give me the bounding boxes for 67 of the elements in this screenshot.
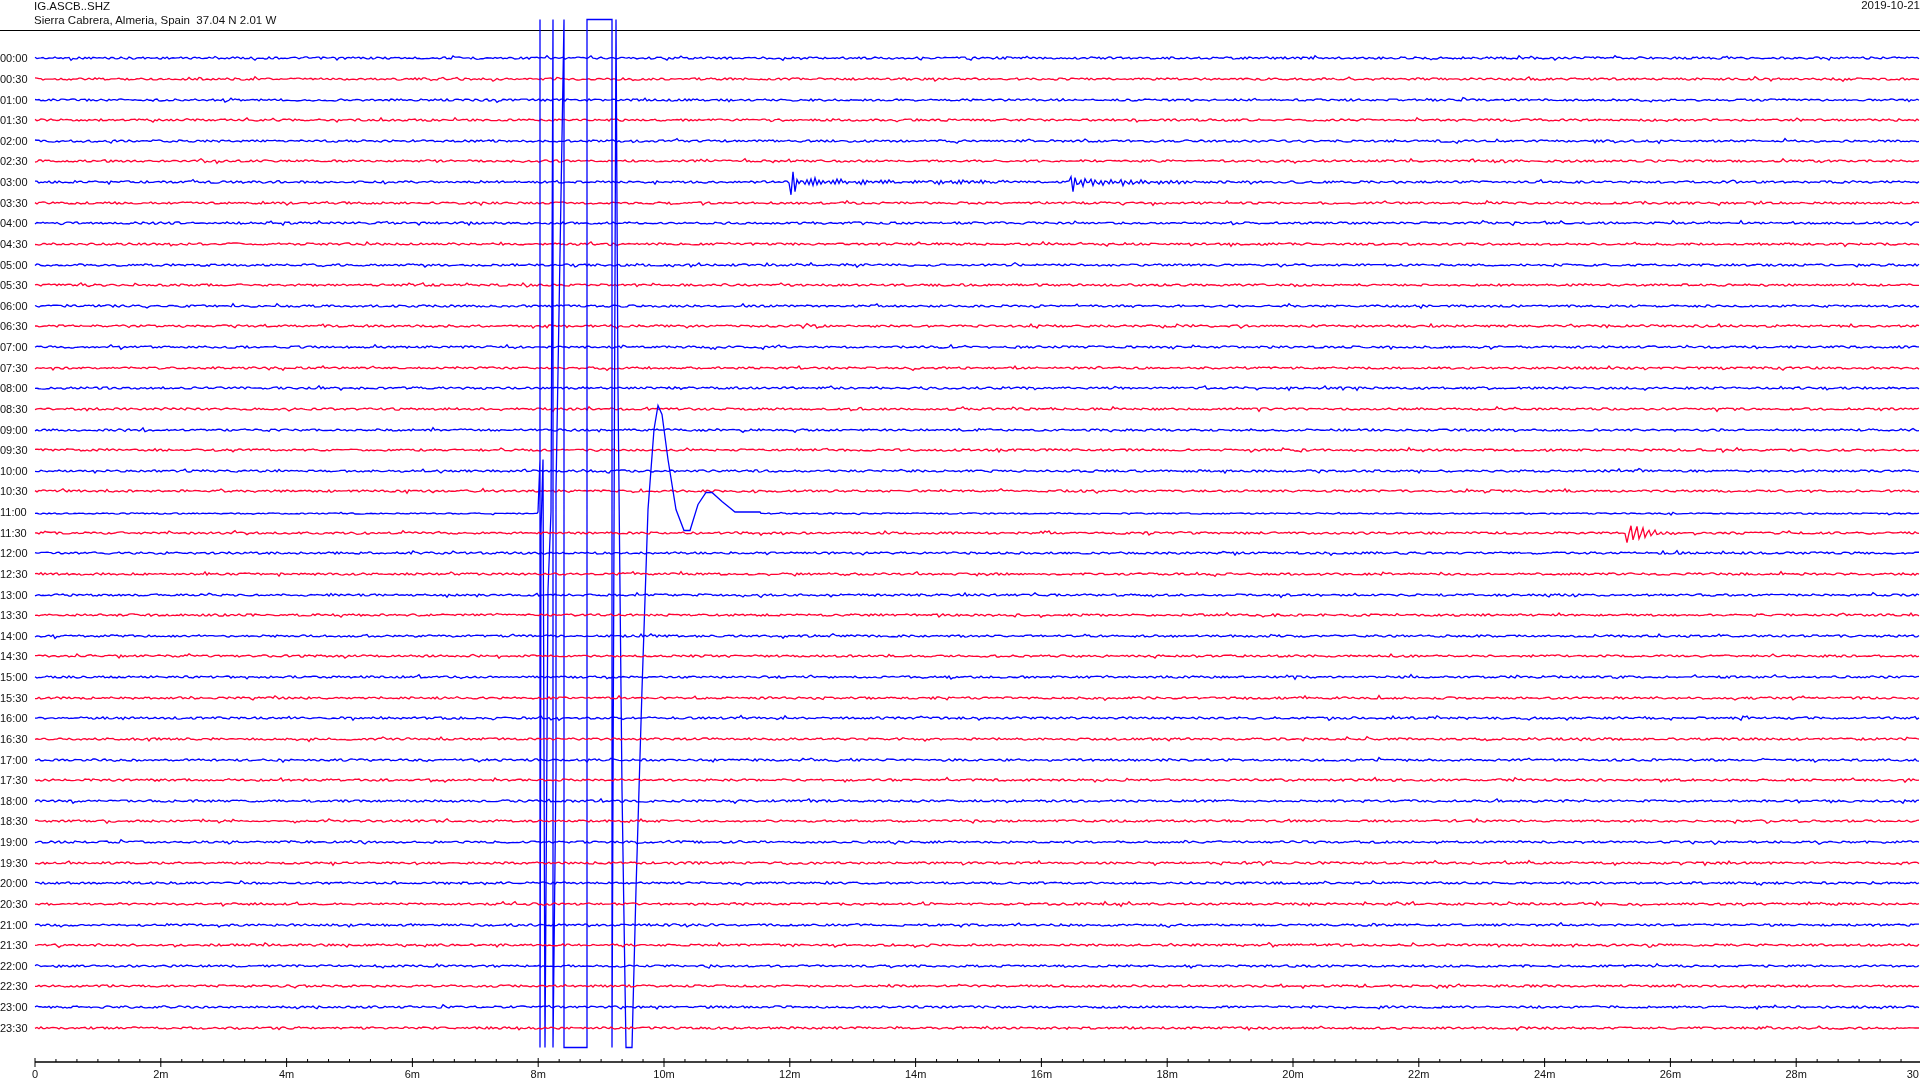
trace-time-label: 06:00 xyxy=(0,299,29,312)
record-date: 2019-10-21 xyxy=(1861,0,1920,11)
trace-time-label: 20:00 xyxy=(0,877,29,890)
trace-time-label: 23:30 xyxy=(0,1021,29,1034)
axis-tick-label: 8m xyxy=(530,1068,546,1080)
trace-time-label: 07:00 xyxy=(0,341,29,354)
station-location: Sierra Cabrera, Almeria, Spain 37.04 N 2.01 W xyxy=(34,13,277,27)
trace-time-label: 05:30 xyxy=(0,279,29,292)
axis-tick-label: 4m xyxy=(278,1068,295,1080)
axis-tick-label: 14m xyxy=(904,1068,927,1080)
axis-tick-label: 30 xyxy=(1906,1068,1919,1080)
trace-time-label: 00:30 xyxy=(0,72,29,85)
trace-time-label: 09:30 xyxy=(0,444,29,457)
trace-time-label: 10:30 xyxy=(0,485,29,498)
trace-time-label: 01:00 xyxy=(0,93,29,106)
trace-time-label: 19:30 xyxy=(0,856,29,869)
trace-time-label: 16:30 xyxy=(0,732,29,745)
trace-time-label: 05:00 xyxy=(0,258,29,271)
trace-time-label: 03:00 xyxy=(0,176,29,189)
axis-tick-label: 0 xyxy=(31,1068,39,1080)
trace-time-label: 00:00 xyxy=(0,52,29,65)
trace-time-label: 13:00 xyxy=(0,588,29,601)
trace-time-label: 06:30 xyxy=(0,320,29,333)
trace-time-label: 17:30 xyxy=(0,774,29,787)
trace-time-label: 08:30 xyxy=(0,402,29,415)
trace-time-label: 18:00 xyxy=(0,794,29,807)
station-code: IG.ASCB..SHZ xyxy=(34,0,112,13)
trace-time-label: 02:00 xyxy=(0,134,29,147)
trace-time-label: 18:30 xyxy=(0,815,29,828)
trace-time-label: 07:30 xyxy=(0,361,29,374)
trace-time-label: 14:30 xyxy=(0,650,29,663)
trace-time-label: 21:30 xyxy=(0,939,29,952)
axis-tick-label: 18m xyxy=(1156,1068,1178,1080)
trace-time-label: 14:00 xyxy=(0,629,29,642)
axis-tick-label: 12m xyxy=(779,1068,801,1080)
trace-time-label: 08:00 xyxy=(0,382,29,395)
trace-time-label: 10:00 xyxy=(0,464,29,477)
axis-tick-label: 16m xyxy=(1030,1068,1053,1080)
trace-time-label: 04:30 xyxy=(0,237,29,250)
trace-time-label: 01:30 xyxy=(0,114,29,127)
axis-tick-label: 10m xyxy=(653,1068,675,1080)
trace-time-label: 22:00 xyxy=(0,959,29,972)
trace-time-label: 12:30 xyxy=(0,567,29,580)
trace-time-label: 22:30 xyxy=(0,980,29,993)
trace-time-label: 09:00 xyxy=(0,423,29,436)
trace-time-label: 11:00 xyxy=(0,506,28,519)
trace-time-label: 15:30 xyxy=(0,691,29,704)
trace-time-label: 12:00 xyxy=(0,547,29,560)
axis-tick-label: 24m xyxy=(1533,1068,1556,1080)
axis-tick-label: 26m xyxy=(1659,1068,1682,1080)
trace-time-label: 04:00 xyxy=(0,217,29,230)
trace-time-label: 17:00 xyxy=(0,753,29,766)
axis-tick-label: 6m xyxy=(404,1068,421,1080)
trace-time-label: 03:30 xyxy=(0,196,29,209)
trace-time-label: 19:00 xyxy=(0,836,29,849)
trace-time-label: 23:00 xyxy=(0,1001,29,1014)
trace-time-label: 15:00 xyxy=(0,671,29,684)
axis-tick-label: 2m xyxy=(153,1068,169,1080)
trace-time-label: 20:30 xyxy=(0,897,29,910)
trace-time-label: 02:30 xyxy=(0,155,29,168)
trace-time-label: 16:00 xyxy=(0,712,29,725)
axis-tick-label: 22m xyxy=(1408,1068,1430,1080)
trace-time-label: 13:30 xyxy=(0,609,29,622)
axis-tick-label: 20m xyxy=(1282,1068,1304,1080)
trace-time-label: 21:00 xyxy=(0,918,29,931)
axis-tick-label: 28m xyxy=(1785,1068,1807,1080)
trace-time-label: 11:30 xyxy=(0,526,28,539)
